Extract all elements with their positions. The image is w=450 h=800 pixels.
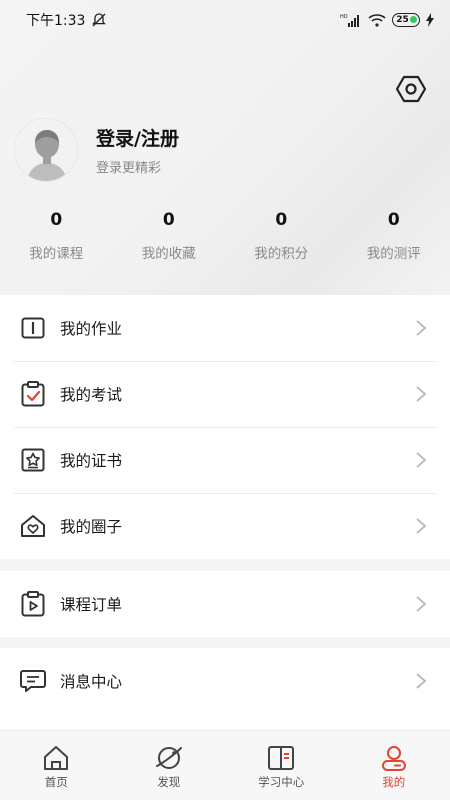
stat-label: 我的收藏 xyxy=(141,246,196,262)
menu-group-orders: 课程订单 xyxy=(0,571,450,637)
signal-icon: HD xyxy=(340,14,359,27)
tab-label: 学习中心 xyxy=(258,775,305,789)
menu-item-certificates[interactable]: 我的证书 xyxy=(0,427,450,493)
chevron-right-icon xyxy=(416,452,427,468)
login-register-link[interactable]: 登录/注册 xyxy=(96,124,179,151)
chevron-right-icon xyxy=(416,518,427,534)
menu-item-homework[interactable]: 我的作业 xyxy=(0,295,450,361)
menu-item-message-center[interactable]: 消息中心 xyxy=(0,648,450,714)
default-avatar-icon xyxy=(15,119,77,181)
chevron-right-icon xyxy=(416,386,427,402)
network-label: HD xyxy=(340,14,348,20)
stat-value: 0 xyxy=(50,210,63,230)
book-icon xyxy=(268,746,295,770)
settings-button[interactable] xyxy=(394,72,428,106)
menu-group-messages: 消息中心 xyxy=(0,648,450,730)
tab-label: 首页 xyxy=(44,775,68,789)
stat-value: 0 xyxy=(275,210,288,230)
person-icon xyxy=(381,746,406,771)
tab-label: 我的 xyxy=(382,775,406,789)
battery-indicator: 25 xyxy=(392,13,420,27)
status-time: 下午1:33 xyxy=(26,13,86,29)
chevron-right-icon xyxy=(416,320,427,336)
battery-level: 25 xyxy=(396,15,409,25)
bell-muted-icon xyxy=(92,13,107,27)
stat-courses[interactable]: 0 我的课程 xyxy=(0,210,113,262)
login-subtitle: 登录更精彩 xyxy=(96,161,162,176)
menu-item-label: 课程订单 xyxy=(60,596,123,614)
circle-heart-house-icon xyxy=(20,513,46,539)
order-play-icon xyxy=(20,591,46,617)
status-bar: 下午1:33 HD 25 xyxy=(0,0,450,40)
menu-item-circles[interactable]: 我的圈子 xyxy=(0,493,450,559)
menu-group-main: 我的作业 我的考试 我的证书 我的圈子 xyxy=(0,295,450,559)
stat-favorites[interactable]: 0 我的收藏 xyxy=(113,210,226,262)
exam-clipboard-icon xyxy=(20,381,46,407)
tab-mine[interactable]: 我的 xyxy=(338,731,450,800)
settings-hexagon-icon xyxy=(396,75,426,103)
certificate-star-icon xyxy=(20,447,46,473)
menu-item-label: 我的作业 xyxy=(60,320,123,338)
avatar[interactable] xyxy=(14,118,78,182)
tab-home[interactable]: 首页 xyxy=(0,731,113,800)
chevron-right-icon xyxy=(416,596,427,612)
stats-row: 0 我的课程 0 我的收藏 0 我的积分 0 我的测评 xyxy=(0,210,450,262)
stat-value: 0 xyxy=(387,210,400,230)
bottom-tab-bar: 首页 发现 学习中心 我的 xyxy=(0,730,450,800)
stat-points[interactable]: 0 我的积分 xyxy=(225,210,338,262)
home-icon xyxy=(44,746,69,770)
menu-item-course-orders[interactable]: 课程订单 xyxy=(0,571,450,637)
homework-book-icon xyxy=(20,315,46,341)
stat-assessments[interactable]: 0 我的测评 xyxy=(338,210,450,262)
menu-item-exams[interactable]: 我的考试 xyxy=(0,361,450,427)
wifi-icon xyxy=(368,14,386,27)
menu-item-label: 我的证书 xyxy=(60,452,123,470)
charging-bolt-icon xyxy=(426,13,434,27)
stat-value: 0 xyxy=(162,210,175,230)
menu-item-label: 我的考试 xyxy=(60,386,123,404)
tab-discover[interactable]: 发现 xyxy=(113,731,226,800)
message-bubble-icon xyxy=(20,668,46,694)
chevron-right-icon xyxy=(416,673,427,689)
tab-study-center[interactable]: 学习中心 xyxy=(225,731,338,800)
stat-label: 我的测评 xyxy=(366,246,421,262)
stat-label: 我的课程 xyxy=(29,246,84,262)
menu-item-label: 我的圈子 xyxy=(60,518,123,536)
tab-label: 发现 xyxy=(157,775,181,789)
stat-label: 我的积分 xyxy=(254,246,309,262)
menu-item-label: 消息中心 xyxy=(60,673,123,691)
planet-icon xyxy=(155,747,182,769)
